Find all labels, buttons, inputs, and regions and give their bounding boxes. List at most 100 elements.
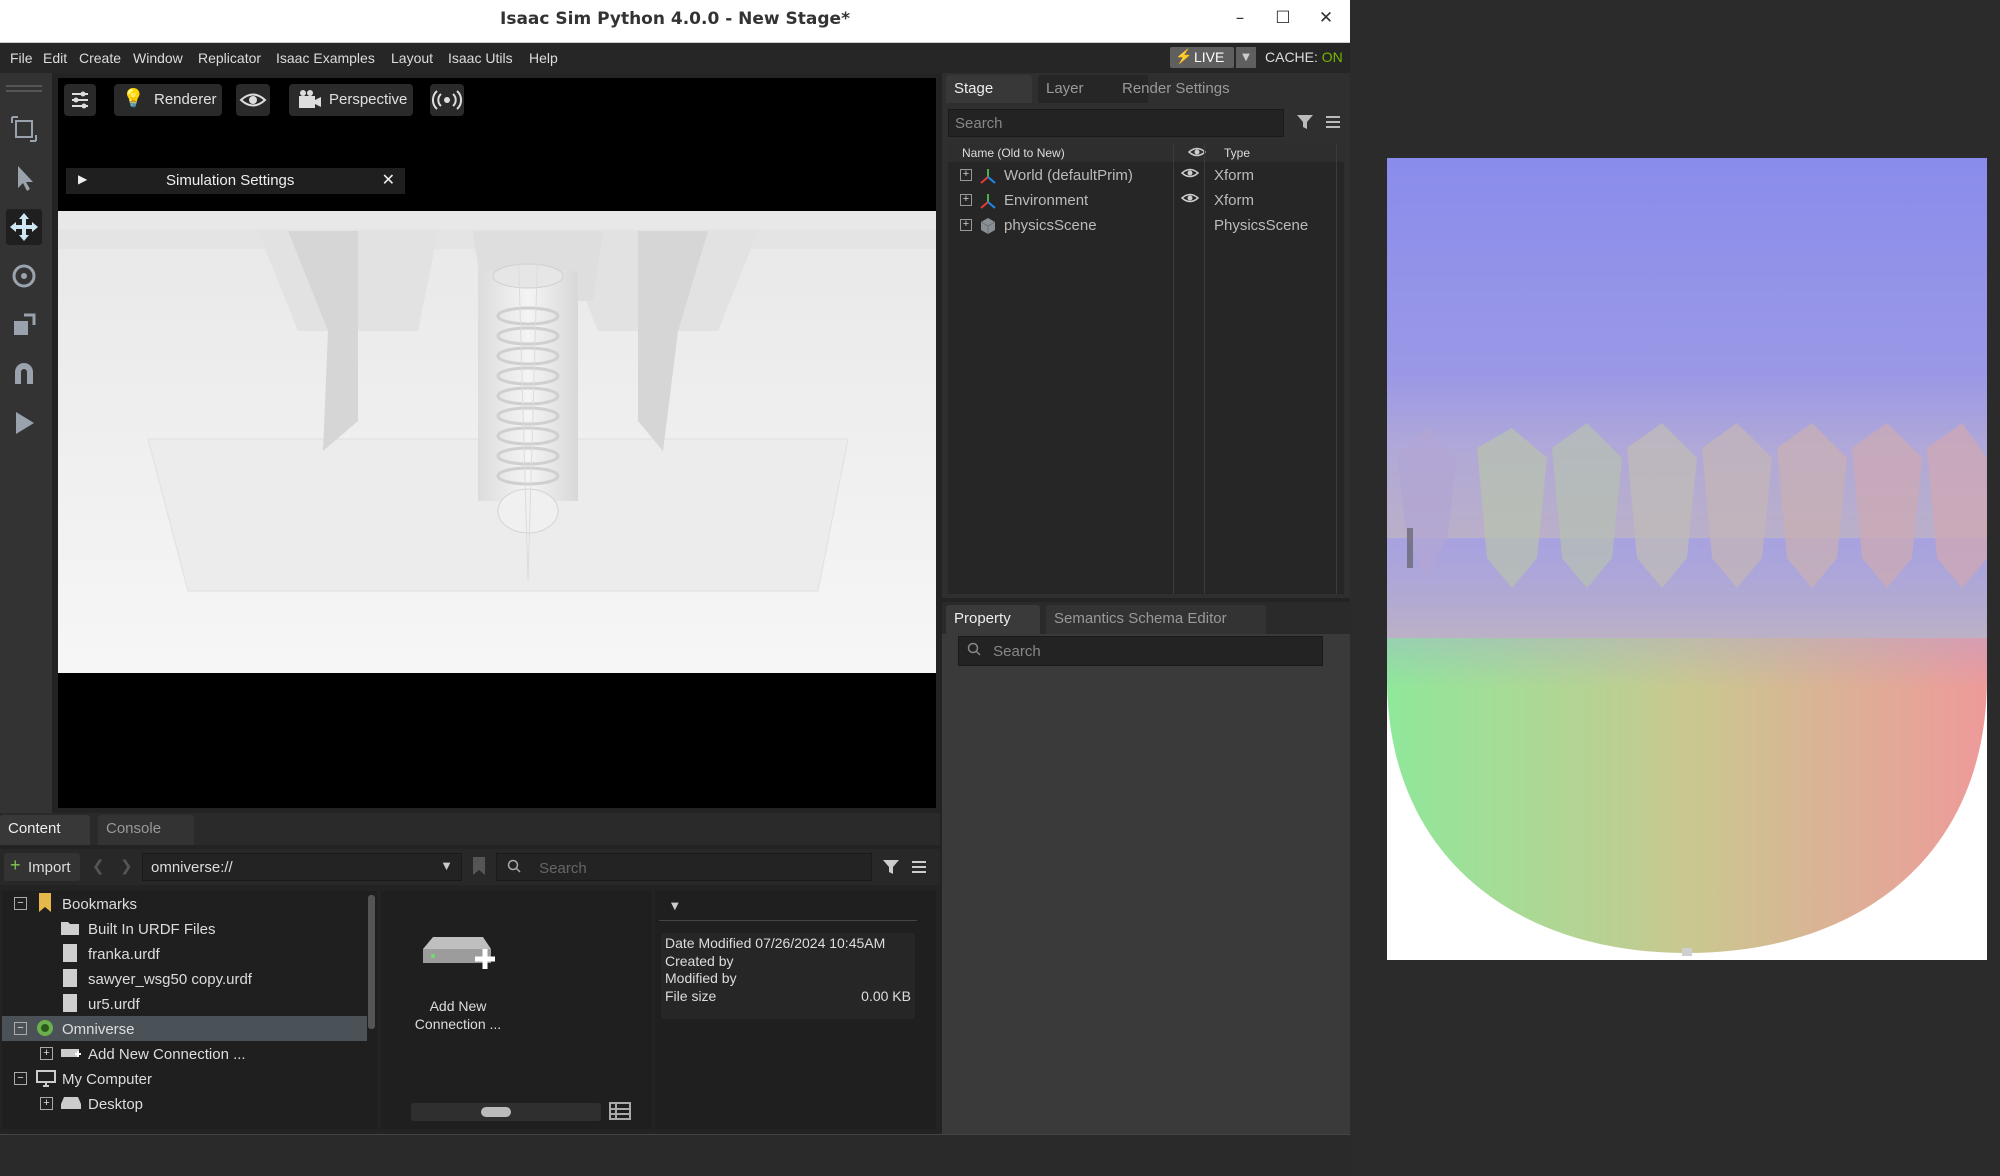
tree-scrollbar[interactable] <box>368 895 375 1029</box>
live-button[interactable]: ⚡ LIVE <box>1170 47 1234 68</box>
tree-item-omniverse[interactable]: − Omniverse <box>2 1016 367 1041</box>
tree-item-my-computer[interactable]: − My Computer <box>2 1066 367 1091</box>
viewport[interactable]: 💡 Renderer Perspective ▶ Simulation Sett… <box>58 78 936 808</box>
lightning-icon: ⚡ <box>1175 48 1193 64</box>
chevron-down-icon[interactable]: ▼ <box>671 901 679 912</box>
isaac-sim-window: Isaac Sim Python 4.0.0 - New Stage* – ☐ … <box>0 0 1350 1176</box>
scale-icon[interactable] <box>6 307 42 343</box>
normal-map-image <box>1387 158 1987 960</box>
details-panel: ▼ Date Modified 07/26/2024 10:45AM Creat… <box>655 891 936 1129</box>
play-icon[interactable] <box>6 405 42 441</box>
tab-stage[interactable]: Stage <box>946 75 1032 103</box>
date-modified-value: 07/26/2024 10:45AM <box>755 935 886 951</box>
simulation-settings-panel[interactable]: ▶ Simulation Settings ✕ <box>66 168 405 194</box>
menu-help[interactable]: Help <box>529 50 558 66</box>
stage-row-physicsscene[interactable]: + physicsScene PhysicsScene <box>948 214 1344 239</box>
maximize-button[interactable]: ☐ <box>1268 8 1298 28</box>
stage-row-environment[interactable]: + Environment Xform <box>948 189 1344 214</box>
property-search-input[interactable]: Search <box>958 636 1323 666</box>
visibility-eye-icon[interactable] <box>1180 191 1200 209</box>
camera-perspective-button[interactable]: Perspective <box>289 84 413 116</box>
tab-console[interactable]: Console <box>98 815 194 845</box>
zoom-slider-handle[interactable] <box>481 1107 511 1117</box>
menu-create[interactable]: Create <box>79 50 121 66</box>
back-arrow-icon[interactable]: ❮ <box>92 857 105 875</box>
select-mode-icon[interactable] <box>6 111 42 147</box>
content-search-input[interactable]: Search <box>496 853 872 881</box>
menu-icon[interactable] <box>908 856 930 882</box>
expand-plus-icon[interactable]: + <box>40 1047 53 1060</box>
menu-isaac-utils[interactable]: Isaac Utils <box>448 50 513 66</box>
add-connection-grid-item[interactable]: Add New Connection ... <box>403 921 501 1032</box>
prim-name: Environment <box>1004 192 1089 209</box>
menu-icon[interactable] <box>1322 111 1344 137</box>
collapse-minus-icon[interactable]: − <box>14 897 27 910</box>
menu-edit[interactable]: Edit <box>43 50 67 66</box>
stage-search-input[interactable]: Search <box>948 109 1284 137</box>
import-button[interactable]: + Import <box>4 853 80 881</box>
path-field[interactable]: omniverse:// ▼ <box>142 853 462 881</box>
move-icon[interactable] <box>6 209 42 245</box>
zoom-slider[interactable] <box>411 1103 601 1121</box>
cache-label: CACHE: <box>1265 49 1318 65</box>
menu-layout[interactable]: Layout <box>391 50 433 66</box>
tab-content[interactable]: Content <box>0 815 90 845</box>
tree-item-franka[interactable]: franka.urdf <box>2 941 367 966</box>
stage-tree: Name (Old to New) Type + World (defaultP… <box>948 144 1344 594</box>
details-header[interactable]: ▼ <box>659 895 917 921</box>
eye-icon[interactable] <box>236 84 270 116</box>
menu-window[interactable]: Window <box>133 50 183 66</box>
snap-magnet-icon[interactable] <box>6 356 42 392</box>
property-panel: Property Semantics Schema Editor Search <box>942 602 1350 1134</box>
forward-arrow-icon[interactable]: ❯ <box>120 857 133 875</box>
live-dropdown-chevron-down-icon[interactable]: ▼ <box>1236 47 1256 68</box>
list-view-icon[interactable] <box>609 1101 631 1125</box>
render-view[interactable] <box>58 211 936 673</box>
path-value: omniverse:// <box>151 859 233 876</box>
file-size-value: 0.00 KB <box>861 987 911 1004</box>
close-icon[interactable]: ✕ <box>382 170 395 190</box>
menu-isaac-examples[interactable]: Isaac Examples <box>276 50 375 66</box>
expand-arrow-icon[interactable]: ▶ <box>78 172 87 186</box>
broadcast-icon[interactable] <box>430 84 464 116</box>
visibility-eye-icon[interactable] <box>1180 166 1200 184</box>
tab-property[interactable]: Property <box>946 605 1040 634</box>
name-column-header[interactable]: Name (Old to New) <box>962 146 1065 160</box>
property-search-placeholder: Search <box>993 643 1041 660</box>
expand-plus-icon[interactable]: + <box>960 219 972 231</box>
created-by-label: Created by <box>665 952 734 969</box>
viewport-settings-icon[interactable] <box>64 84 96 116</box>
renderer-button[interactable]: 💡 Renderer <box>114 84 222 116</box>
tree-item-ur5[interactable]: ur5.urdf <box>2 991 367 1016</box>
filter-icon[interactable] <box>1294 111 1316 138</box>
bookmark-icon[interactable] <box>470 855 488 881</box>
collapse-minus-icon[interactable]: − <box>14 1022 27 1035</box>
stage-row-world[interactable]: + World (defaultPrim) Xform <box>948 164 1344 189</box>
grid-item-label-line2: Connection ... <box>414 1016 502 1032</box>
bookmark-icon <box>36 892 54 918</box>
filter-icon[interactable] <box>880 856 902 882</box>
chevron-down-icon[interactable]: ▼ <box>440 858 453 873</box>
tree-item-add-connection[interactable]: + Add New Connection ... <box>2 1041 367 1066</box>
tree-item-bookmarks[interactable]: − Bookmarks <box>2 891 367 916</box>
collapse-minus-icon[interactable]: − <box>14 1072 27 1085</box>
expand-plus-icon[interactable]: + <box>960 194 972 206</box>
expand-plus-icon[interactable]: + <box>40 1097 53 1110</box>
tree-item-desktop[interactable]: + Desktop <box>2 1091 367 1116</box>
menu-file[interactable]: File <box>10 50 33 66</box>
rotate-icon[interactable] <box>6 258 42 294</box>
close-button[interactable]: ✕ <box>1311 8 1341 28</box>
file-icon <box>63 969 77 987</box>
tree-item-sawyer[interactable]: sawyer_wsg50 copy.urdf <box>2 966 367 991</box>
menu-replicator[interactable]: Replicator <box>198 50 261 66</box>
tab-semantics-schema-editor[interactable]: Semantics Schema Editor <box>1046 605 1266 634</box>
tree-item-built-in-urdf[interactable]: Built In URDF Files <box>2 916 367 941</box>
tab-render-settings[interactable]: Render Settings <box>1114 75 1264 103</box>
server-icon <box>60 1044 82 1066</box>
omniverse-icon <box>35 1018 55 1042</box>
type-column-header[interactable]: Type <box>1224 146 1250 160</box>
content-browser: Content Console + Import ❮ ❯ omniverse:/… <box>0 813 940 1133</box>
pointer-icon[interactable] <box>6 160 42 196</box>
minimize-button[interactable]: – <box>1225 8 1255 28</box>
expand-plus-icon[interactable]: + <box>960 169 972 181</box>
